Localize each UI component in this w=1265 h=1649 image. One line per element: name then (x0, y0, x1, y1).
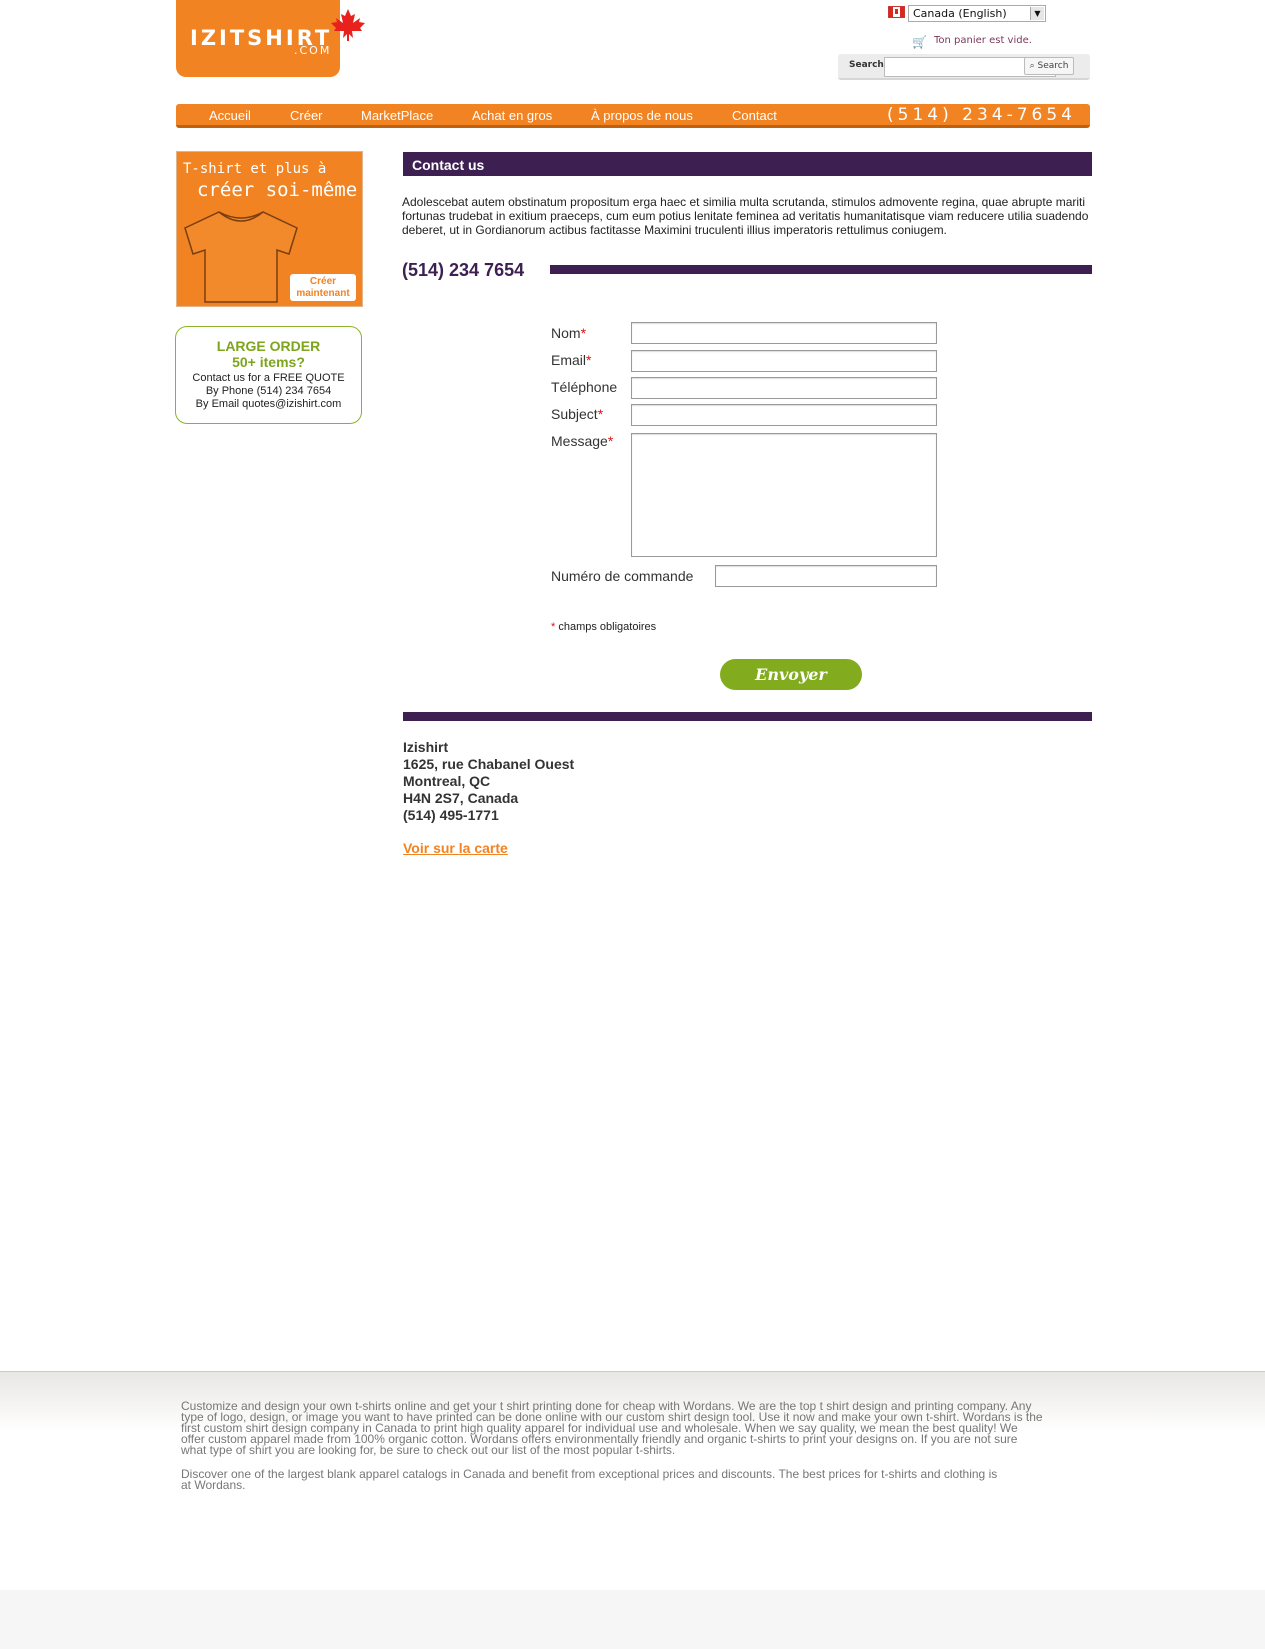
order-line: By Phone (514) 234 7654 (205, 385, 332, 397)
cart-status[interactable]: Ton panier est vide. (934, 35, 1032, 46)
country-select-value: Canada (English) (913, 7, 1007, 20)
search-label: Search: (849, 60, 888, 70)
order-subtitle: 50+ items? (232, 354, 305, 370)
maple-leaf-icon (331, 9, 365, 41)
footer: Customize and design your own t-shirts o… (0, 1371, 1265, 1592)
logo-sub: .COM (294, 44, 332, 57)
address-line: 1625, rue Chabanel Ouest (403, 756, 575, 772)
nav-phone: (514) 234-7654 (887, 105, 1076, 125)
nom-label: Nom* (551, 325, 587, 341)
subject-label: Subject* (551, 406, 604, 422)
create-now-button[interactable]: Créer maintenant (290, 274, 356, 301)
telephone-label: Téléphone (551, 379, 618, 395)
create-promo-banner[interactable]: T-shirt et plus à créer soi-même Créer m… (176, 151, 363, 307)
promo-line-2: créer soi-même (197, 179, 358, 201)
large-order-box: LARGE ORDER 50+ items? Contact us for a … (175, 326, 362, 424)
footer-catalog-text: Discover one of the largest blank appare… (181, 1467, 998, 1492)
site-logo[interactable]: IZITSHIRT .COM (176, 0, 340, 77)
nav-item-contact[interactable]: Contact (732, 108, 777, 123)
message-label: Message* (551, 433, 614, 449)
nav-item-a-propos[interactable]: À propos de nous (591, 108, 693, 123)
chevron-down-icon: ▼ (1030, 7, 1044, 20)
message-field[interactable] (631, 433, 937, 557)
page-title: Contact us (412, 157, 485, 173)
address-line: Montreal, QC (403, 773, 491, 789)
contact-phone: (514) 234 7654 (402, 260, 525, 280)
telephone-field[interactable] (631, 377, 937, 399)
order-number-label: Numéro de commande (551, 568, 694, 584)
subject-field[interactable] (631, 404, 937, 426)
address-line: (514) 495-1771 (403, 807, 499, 823)
search-button[interactable]: ⌕ Search (1024, 57, 1074, 75)
required-note: * champs obligatoires (551, 621, 657, 633)
country-select[interactable]: Canada (English) ▼ (908, 5, 1046, 22)
search-button-label: Search (1037, 61, 1069, 71)
nav-item-creer[interactable]: Créer (290, 108, 323, 123)
nav-item-accueil[interactable]: Accueil (209, 108, 251, 123)
nom-field[interactable] (631, 322, 937, 344)
bottom-bar (0, 1590, 1265, 1649)
footer-seo-text: Customize and design your own t-shirts o… (181, 1399, 1043, 1457)
canada-flag-icon (888, 6, 905, 18)
promo-line-1: T-shirt et plus à (183, 161, 327, 177)
order-title: LARGE ORDER (216, 338, 321, 354)
nav-item-achat-en-gros[interactable]: Achat en gros (472, 108, 552, 123)
intro-text: Adolescebat autem obstinatum propositum … (402, 195, 1089, 237)
address-line: H4N 2S7, Canada (403, 790, 519, 806)
divider (403, 712, 1092, 721)
page-title-bar: Contact us (403, 152, 1092, 176)
order-number-field[interactable] (715, 565, 937, 587)
tshirt-icon (184, 211, 298, 303)
email-field[interactable] (631, 350, 937, 372)
order-line: Contact us for a FREE QUOTE (192, 372, 345, 384)
email-label: Email* (551, 352, 592, 368)
search-icon: ⌕ (1029, 61, 1035, 71)
nav-item-marketplace[interactable]: MarketPlace (361, 108, 433, 123)
main-nav: Accueil Créer MarketPlace Achat en gros … (176, 104, 1090, 128)
order-line[interactable]: By Email quotes@izishirt.com (176, 398, 361, 410)
address-line: Izishirt (403, 739, 449, 755)
send-button[interactable]: Envoyer (720, 659, 862, 690)
cart-icon[interactable]: 🛒 (912, 35, 927, 49)
view-map-link[interactable]: Voir sur la carte (403, 840, 508, 856)
search-bar: Search: ⌕ Search (838, 54, 1090, 80)
divider (550, 265, 1092, 274)
